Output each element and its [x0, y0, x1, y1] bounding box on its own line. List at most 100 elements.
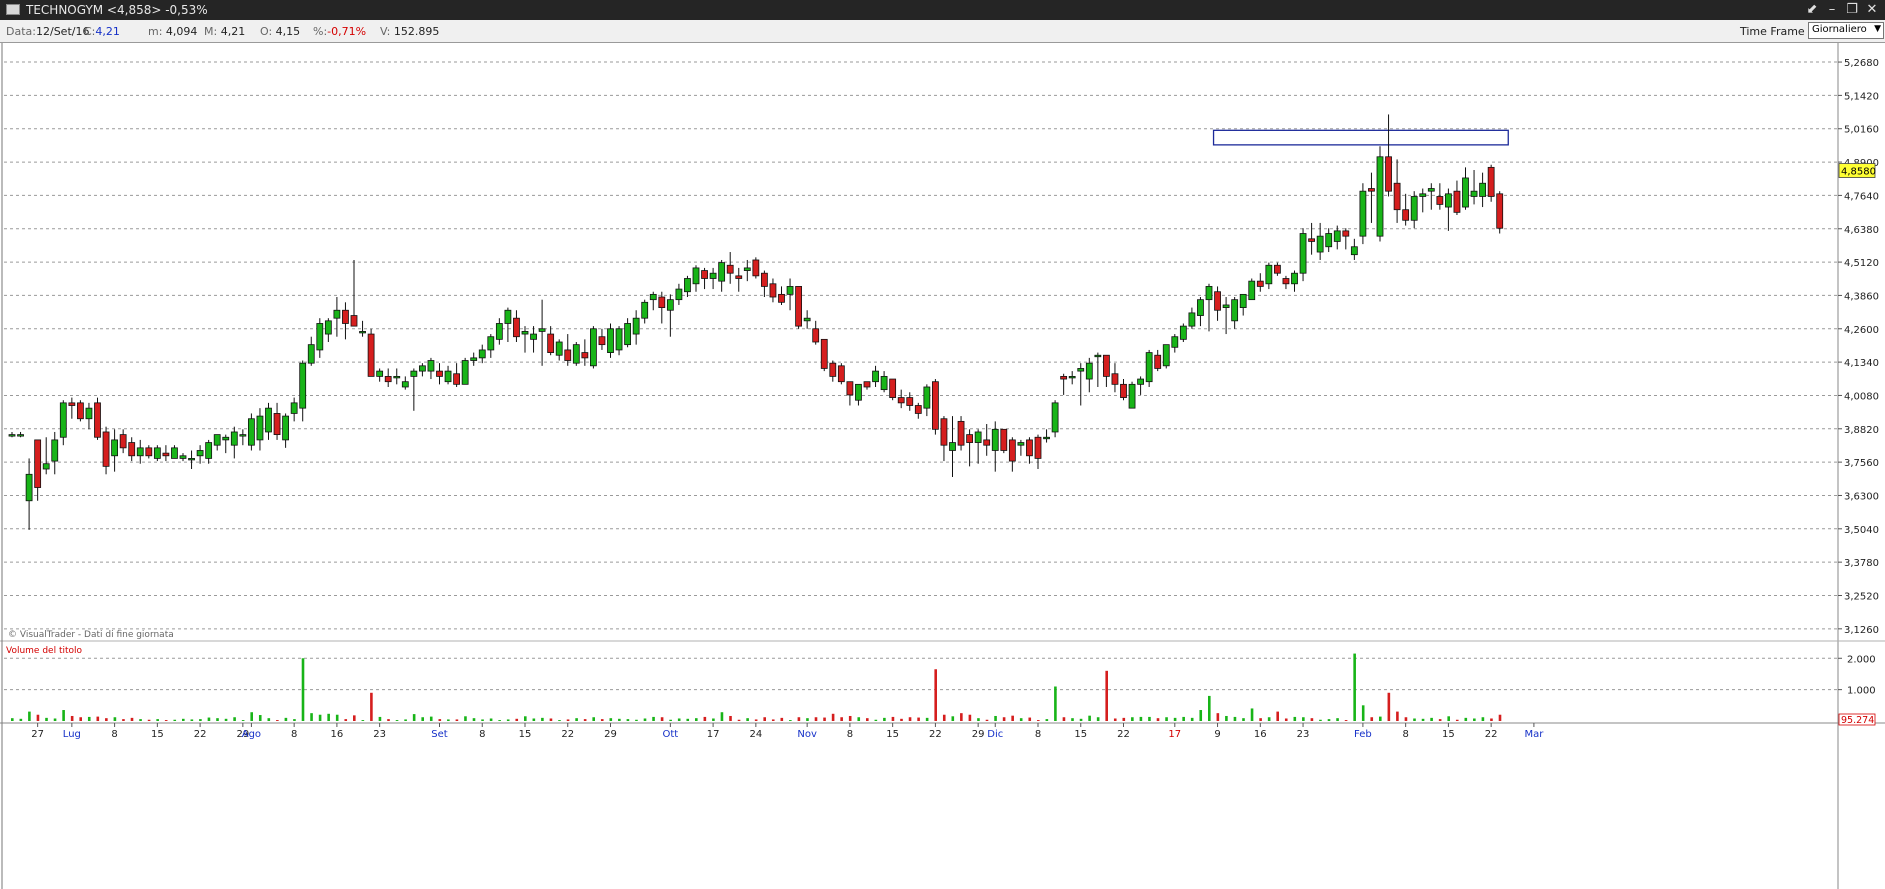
time-axis-label: 8 — [291, 729, 297, 740]
candle-body — [803, 317, 811, 322]
pin-icon[interactable]: ⬋ — [1802, 1, 1822, 19]
volume-bar — [541, 717, 544, 721]
info-volume: V: 152.895 — [380, 25, 440, 38]
volume-bar — [267, 718, 271, 721]
watermark-text: © VisualTrader - Dati di fine giornata — [8, 630, 174, 640]
price-tick-label: 3,1260 — [1844, 625, 1879, 636]
timeframe-select[interactable]: Giornaliero ▼ — [1808, 22, 1884, 39]
candle-body — [256, 415, 264, 441]
minimize-button[interactable]: – — [1822, 1, 1842, 19]
time-axis-label: 17 — [707, 729, 720, 740]
candle-body — [837, 365, 845, 383]
candle-body — [1120, 383, 1127, 398]
volume-bar — [464, 716, 467, 721]
candle-body — [1085, 362, 1093, 380]
volume-bar — [712, 718, 715, 721]
volume-bar — [592, 717, 595, 721]
volume-bar — [1139, 716, 1143, 721]
candle-body — [111, 439, 118, 457]
chevron-down-icon: ▼ — [1874, 24, 1881, 34]
candle-body — [1350, 246, 1358, 256]
candle-body — [743, 267, 751, 271]
volume-bar — [1037, 720, 1040, 721]
candle-body — [436, 370, 443, 377]
volume-bar — [1062, 717, 1066, 721]
volume-bar — [130, 717, 134, 721]
volume-bar — [737, 719, 741, 721]
volume-bar — [472, 718, 476, 721]
candle-body — [410, 370, 418, 377]
candle-body — [829, 362, 837, 377]
volume-bar — [250, 712, 253, 721]
volume-bar — [87, 716, 91, 721]
time-axis-label: 22 — [194, 729, 207, 740]
candle-body — [1376, 156, 1384, 237]
time-axis-label: Dic — [987, 729, 1003, 740]
candle-body — [239, 434, 247, 437]
volume-bar — [301, 658, 305, 721]
volume-bar — [1336, 718, 1339, 721]
candle-body — [1179, 325, 1187, 340]
candle-body — [530, 333, 537, 340]
volume-bar — [840, 717, 843, 721]
volume-bar — [1173, 717, 1177, 721]
volume-bar — [942, 714, 946, 721]
candle-body — [1299, 233, 1307, 274]
candle-body — [1077, 368, 1085, 372]
candle-body — [692, 267, 700, 285]
volume-bar — [814, 717, 818, 721]
time-axis-label: 9 — [1214, 729, 1220, 740]
candle-body — [487, 336, 495, 351]
volume-bar — [985, 719, 989, 721]
candle-body — [85, 407, 93, 420]
price-tick-label: 5,0160 — [1844, 125, 1879, 136]
candle-body — [1274, 264, 1281, 274]
volume-bar — [1131, 717, 1134, 721]
close-button[interactable]: ✕ — [1862, 1, 1882, 19]
candle-body — [513, 317, 520, 338]
candle-body — [1325, 233, 1333, 248]
volume-bar — [1019, 718, 1023, 721]
candle-body — [1017, 442, 1025, 446]
candle-body — [1342, 230, 1350, 237]
volume-bar — [891, 716, 895, 721]
volume-bar — [566, 719, 570, 721]
volume-bar — [1011, 715, 1014, 721]
candle-body — [1453, 190, 1461, 213]
candle-body — [384, 375, 392, 383]
candle-body — [1256, 280, 1264, 287]
candle-body — [547, 333, 555, 353]
candle-body — [136, 447, 144, 457]
volume-bar — [524, 716, 527, 721]
restore-button[interactable]: ❐ — [1842, 1, 1862, 19]
volume-bar — [310, 713, 313, 721]
candle-body — [222, 436, 230, 441]
volume-bar — [925, 717, 929, 721]
candle-body — [966, 434, 973, 443]
price-tick-label: 3,7560 — [1844, 458, 1879, 469]
volume-bar — [754, 719, 758, 721]
volume-bar — [994, 715, 997, 721]
volume-bar — [438, 719, 442, 721]
volume-bar — [558, 720, 561, 721]
volume-bar — [1387, 692, 1391, 721]
candle-body — [1145, 352, 1153, 383]
candle-body — [393, 375, 401, 379]
candle-body — [1000, 428, 1008, 451]
candle-body — [1410, 196, 1418, 221]
volume-bar — [1242, 718, 1245, 721]
volume-bar — [1105, 670, 1108, 721]
volume-bar — [1250, 708, 1254, 721]
candle-body — [658, 296, 666, 309]
volume-bar — [1370, 717, 1374, 721]
volume-bar — [831, 713, 835, 721]
candle-body — [1111, 373, 1119, 385]
price-chart[interactable]: 5,26805,14205,01604,89004,76404,63804,51… — [0, 43, 1885, 889]
volume-bar — [1455, 719, 1459, 721]
candle-body — [957, 420, 965, 446]
candle-body — [265, 407, 272, 433]
volume-bar — [207, 717, 211, 721]
chart-background — [0, 43, 1885, 889]
volume-bar — [147, 719, 151, 721]
price-tick-label: 3,2520 — [1844, 591, 1879, 602]
